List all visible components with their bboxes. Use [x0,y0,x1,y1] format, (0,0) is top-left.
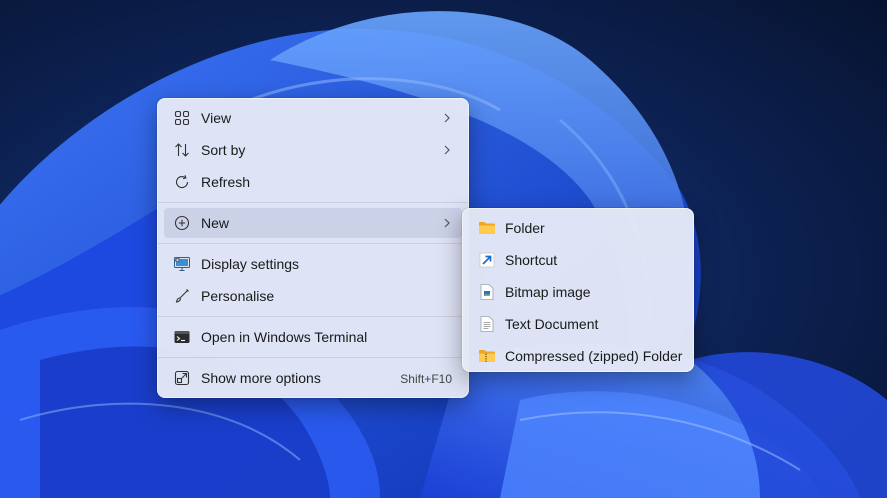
submenu-item-label: Shortcut [505,252,558,268]
menu-item-sort-by[interactable]: Sort by [164,135,462,165]
menu-item-view[interactable]: View [164,103,462,133]
menu-item-label: View [201,110,232,126]
submenu-item-folder[interactable]: Folder [469,213,687,243]
submenu-item-label: Bitmap image [505,284,591,300]
submenu-item-label: Folder [505,220,545,236]
folder-icon [478,219,496,237]
shortcut-icon [478,251,496,269]
keyboard-shortcut: Shift+F10 [400,372,452,386]
menu-item-personalise[interactable]: Personalise [164,281,462,311]
chevron-right-icon [442,216,452,230]
menu-item-label: Personalise [201,288,275,304]
terminal-icon [173,328,191,346]
menu-item-label: Show more options [201,370,321,386]
chevron-right-icon [442,143,452,157]
menu-separator [158,357,468,358]
menu-separator [158,243,468,244]
chevron-right-icon [442,111,452,125]
menu-item-open-terminal[interactable]: Open in Windows Terminal [164,322,462,352]
zip-folder-icon [478,347,496,365]
submenu-item-bitmap-image[interactable]: Bitmap image [469,277,687,307]
brush-icon [173,287,191,305]
sort-icon [173,141,191,159]
show-more-icon [173,369,191,387]
new-submenu: Folder Shortcut Bitmap image Text Docume… [462,208,694,372]
menu-item-label: Refresh [201,174,251,190]
menu-item-new[interactable]: New [164,208,462,238]
submenu-item-text-document[interactable]: Text Document [469,309,687,339]
refresh-icon [173,173,191,191]
submenu-item-shortcut[interactable]: Shortcut [469,245,687,275]
text-document-icon [478,315,496,333]
desktop-context-menu: View Sort by Refresh New Display setting… [157,98,469,398]
menu-separator [158,202,468,203]
submenu-item-label: Text Document [505,316,599,332]
menu-item-label: Open in Windows Terminal [201,329,368,345]
menu-item-refresh[interactable]: Refresh [164,167,462,197]
submenu-item-label: Compressed (zipped) Folder [505,348,683,364]
submenu-item-compressed-folder[interactable]: Compressed (zipped) Folder [469,341,687,371]
menu-item-label: Sort by [201,142,246,158]
display-settings-icon [173,255,191,273]
view-grid-icon [173,109,191,127]
bitmap-icon [478,283,496,301]
menu-separator [158,316,468,317]
new-plus-icon [173,214,191,232]
menu-item-display-settings[interactable]: Display settings [164,249,462,279]
menu-item-label: Display settings [201,256,300,272]
menu-item-label: New [201,215,230,231]
menu-item-show-more-options[interactable]: Show more options Shift+F10 [164,363,462,393]
